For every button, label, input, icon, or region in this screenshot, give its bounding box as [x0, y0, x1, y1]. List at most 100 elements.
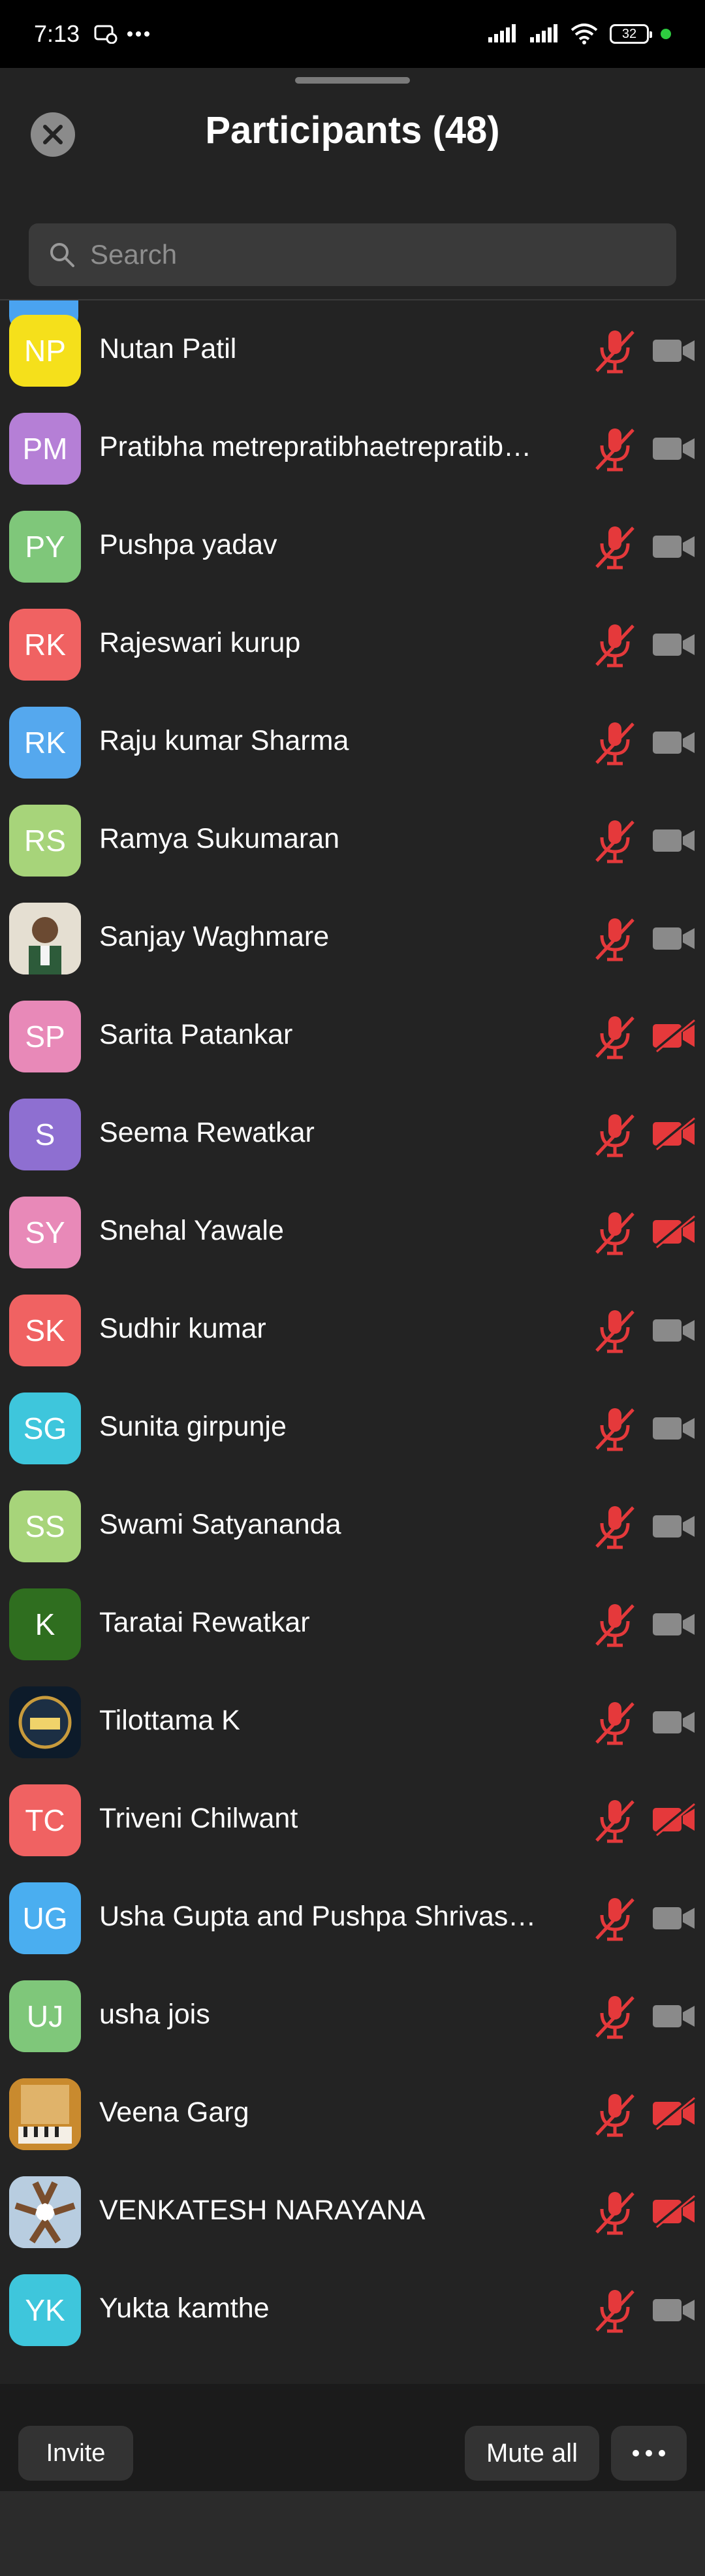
avatar-initials: UG	[22, 1901, 68, 1935]
participant-name: Ramya Sukumaran	[99, 823, 340, 854]
participants-list-area[interactable]: NP Nutan Patil PM Pratibha metrepratibhaetr…	[0, 300, 705, 2384]
video-off-icon[interactable]	[651, 1019, 697, 1053]
mic-muted-icon[interactable]	[593, 1014, 637, 1061]
mic-muted-icon[interactable]	[593, 524, 637, 571]
participant-row[interactable]: RK Raju kumar Sharma	[0, 692, 705, 790]
participant-row[interactable]: RK Rajeswari kurup	[0, 594, 705, 692]
participant-row[interactable]: SK Sudhir kumar	[0, 1280, 705, 1378]
mic-muted-icon[interactable]	[593, 720, 637, 767]
profile-photo-icon	[9, 903, 81, 974]
participant-name: Sanjay Waghmare	[99, 921, 330, 952]
participant-row[interactable]: YK Yukta kamthe	[0, 2260, 705, 2358]
participant-row[interactable]: SS Swami Satyananda	[0, 1476, 705, 1574]
mic-muted-icon[interactable]	[593, 1406, 637, 1453]
avatar-initials: SS	[25, 1509, 65, 1543]
wifi-icon	[571, 24, 598, 44]
mic-muted-icon[interactable]	[593, 916, 637, 963]
video-camera-icon[interactable]	[651, 823, 697, 857]
video-off-icon[interactable]	[651, 1803, 697, 1837]
video-off-icon[interactable]	[651, 2097, 697, 2131]
mic-muted-icon[interactable]	[593, 2287, 637, 2334]
more-button[interactable]	[611, 2426, 687, 2481]
participant-name: Seema Rewatkar	[99, 1117, 315, 1148]
video-camera-icon[interactable]	[651, 1999, 697, 2033]
mic-muted-icon[interactable]	[593, 622, 637, 669]
video-camera-icon[interactable]	[651, 2293, 697, 2326]
badge-logo-icon	[9, 1686, 81, 1758]
video-camera-icon[interactable]	[651, 627, 697, 661]
mic-muted-icon[interactable]	[593, 2189, 637, 2236]
notification-icon	[94, 25, 118, 44]
video-off-icon[interactable]	[651, 2195, 697, 2229]
mic-muted-icon[interactable]	[593, 1308, 637, 1355]
video-camera-icon[interactable]	[651, 1705, 697, 1739]
participants-list: NP Nutan Patil PM Pratibha metrepratibhaetr…	[0, 300, 705, 2358]
avatar-initials: SP	[25, 1020, 65, 1054]
avatar-initials: NP	[24, 334, 66, 368]
participant-row[interactable]: PM Pratibha metrepratibhaetrepratib…	[0, 398, 705, 496]
video-camera-icon[interactable]	[651, 725, 697, 759]
mic-muted-icon[interactable]	[593, 1993, 637, 2040]
video-camera-icon[interactable]	[651, 1509, 697, 1543]
video-camera-icon[interactable]	[651, 1313, 697, 1347]
mic-muted-icon[interactable]	[593, 2091, 637, 2138]
search-box[interactable]	[29, 223, 676, 286]
participant-row[interactable]: VENKATESH NARAYANA	[0, 2162, 705, 2260]
avatar: SS	[9, 1490, 81, 1562]
status-time: 7:13	[34, 20, 80, 47]
video-off-icon[interactable]	[651, 1117, 697, 1151]
mic-muted-icon[interactable]	[593, 1112, 637, 1159]
participant-name: Nutan Patil	[99, 333, 237, 364]
participant-row[interactable]: Sanjay Waghmare	[0, 888, 705, 986]
participant-row[interactable]: Veena Garg	[0, 2064, 705, 2162]
mic-muted-icon[interactable]	[593, 818, 637, 865]
participant-row[interactable]: RS Ramya Sukumaran	[0, 790, 705, 888]
avatar: PY	[9, 511, 81, 583]
video-camera-icon[interactable]	[651, 529, 697, 563]
participant-name: VENKATESH NARAYANA	[99, 2195, 426, 2226]
avatar-initials: TC	[25, 1803, 65, 1837]
avatar: UJ	[9, 1980, 81, 2052]
search-input[interactable]	[90, 239, 625, 270]
mic-muted-icon[interactable]	[593, 1210, 637, 1257]
participant-row[interactable]: PY Pushpa yadav	[0, 496, 705, 594]
group-hands-photo-icon	[9, 2176, 81, 2248]
participant-row[interactable]: NP Nutan Patil	[0, 300, 705, 398]
participant-row[interactable]: SG Sunita girpunje	[0, 1378, 705, 1476]
video-camera-icon[interactable]	[651, 921, 697, 955]
participant-name: Taratai Rewatkar	[99, 1607, 310, 1638]
participant-row[interactable]: SP Sarita Patankar	[0, 986, 705, 1084]
invite-button[interactable]: Invite	[18, 2426, 133, 2481]
mute-all-button[interactable]: Mute all	[465, 2426, 599, 2481]
video-camera-icon[interactable]	[651, 333, 697, 367]
mic-muted-icon[interactable]	[593, 426, 637, 473]
mic-muted-icon[interactable]	[593, 1504, 637, 1551]
video-camera-icon[interactable]	[651, 1607, 697, 1641]
participant-row[interactable]: SY Snehal Yawale	[0, 1182, 705, 1280]
avatar-initials: SK	[25, 1313, 65, 1347]
mic-muted-icon[interactable]	[593, 328, 637, 375]
mic-muted-icon[interactable]	[593, 1797, 637, 1844]
avatar: RK	[9, 609, 81, 681]
drag-handle[interactable]	[295, 77, 410, 84]
video-camera-icon[interactable]	[651, 431, 697, 465]
participant-row[interactable]: S Seema Rewatkar	[0, 1084, 705, 1182]
avatar-initials: RS	[24, 824, 66, 858]
video-off-icon[interactable]	[651, 1215, 697, 1249]
harmonium-photo-icon	[9, 2078, 81, 2150]
participant-row[interactable]: K Taratai Rewatkar	[0, 1574, 705, 1672]
participant-name: Raju kumar Sharma	[99, 725, 349, 756]
participant-name: Pratibha metrepratibhaetrepratib…	[99, 431, 532, 462]
participant-name: Veena Garg	[99, 2097, 249, 2128]
mic-muted-icon[interactable]	[593, 1895, 637, 1942]
participant-row[interactable]: Tilottama K	[0, 1672, 705, 1770]
avatar	[9, 2176, 81, 2248]
avatar: NP	[9, 315, 81, 387]
participant-row[interactable]: TC Triveni Chilwant	[0, 1770, 705, 1868]
participant-row[interactable]: UG Usha Gupta and Pushpa Shrivast…	[0, 1868, 705, 1966]
video-camera-icon[interactable]	[651, 1901, 697, 1935]
mic-muted-icon[interactable]	[593, 1602, 637, 1649]
mic-muted-icon[interactable]	[593, 1699, 637, 1747]
participant-row[interactable]: UJ usha jois	[0, 1966, 705, 2064]
video-camera-icon[interactable]	[651, 1411, 697, 1445]
